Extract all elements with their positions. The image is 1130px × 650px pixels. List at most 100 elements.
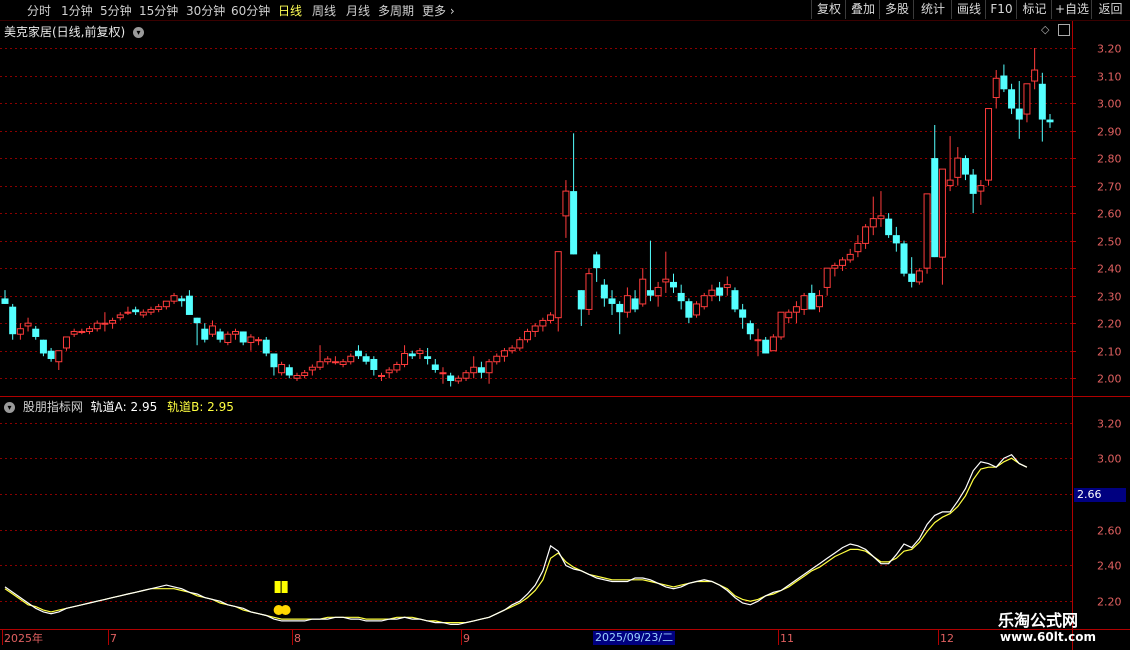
candle-body (785, 311, 793, 319)
candle-body (654, 286, 662, 297)
candle-body (508, 347, 516, 352)
period-tab-3[interactable]: 15分钟 (139, 2, 178, 19)
line-a-value: 2.95 (130, 400, 158, 414)
price-axis-label: 2.50 (1097, 236, 1122, 249)
candle-body (977, 185, 985, 192)
candle-body (723, 284, 731, 288)
diamond-icon[interactable]: ◇ (1041, 23, 1049, 36)
date-label: 7 (110, 632, 117, 645)
period-tab-7[interactable]: 周线 (312, 2, 336, 19)
candle-body (662, 278, 670, 283)
candle-body (524, 330, 531, 341)
kline-chart[interactable]: 3.20 3.10 3.00 2.90 2.80 2.70 2.60 2.50 2.40 2.30… (0, 0, 1130, 650)
panel-toggle-icon[interactable] (1058, 24, 1070, 36)
candle-body (808, 292, 816, 310)
candle-body (823, 267, 831, 288)
candle-body (908, 273, 916, 282)
chevron-down-icon[interactable]: ▾ (133, 27, 145, 38)
candle-body (600, 284, 608, 299)
candle-body (216, 331, 224, 340)
period-tab-0[interactable]: 分时 (27, 2, 51, 19)
candle-body (347, 355, 355, 363)
candle-body (62, 336, 70, 349)
rail-b-line (4, 457, 1028, 624)
period-tab-4[interactable]: 30分钟 (186, 2, 225, 19)
price-axis-label: 2.90 (1097, 126, 1122, 139)
candle-body (170, 295, 178, 302)
candle-body (685, 301, 693, 318)
candle-body (454, 377, 462, 382)
candle-body (255, 339, 263, 342)
candle-body (331, 361, 339, 364)
candle-body (32, 328, 40, 337)
candle-body (262, 339, 270, 354)
period-tab-10[interactable]: 更多 › (422, 2, 455, 19)
candle-body (693, 303, 701, 316)
period-tab-5[interactable]: 60分钟 (231, 2, 270, 19)
candle-body (570, 191, 578, 255)
candle-body (439, 372, 447, 375)
toolbar-button-8[interactable]: 返回 (1091, 0, 1129, 19)
watermark-url: www.60lt.com (1000, 630, 1097, 644)
candle-body (293, 374, 301, 379)
period-tab-8[interactable]: 月线 (346, 2, 370, 19)
price-axis-label: 3.10 (1097, 71, 1122, 84)
candle-body (9, 306, 17, 335)
price-axis-label: 2.80 (1097, 153, 1122, 166)
candle-body (70, 330, 78, 335)
candle-body (992, 77, 1000, 99)
date-label: 8 (294, 632, 301, 645)
candle-body (500, 350, 508, 357)
main-panel-title-bar: 美克家居(日线,前复权) ▾ (4, 23, 145, 40)
candle-body (416, 350, 424, 354)
candle-body (239, 331, 247, 343)
toolbar-button-2[interactable]: 多股 (879, 0, 914, 19)
chevron-down-icon[interactable]: ▾ (4, 402, 15, 413)
period-tab-6[interactable]: 日线 (278, 2, 302, 19)
toolbar-button-5[interactable]: F10 (985, 0, 1017, 19)
indicator-axis-label: 3.00 (1097, 453, 1122, 466)
candle-body (885, 218, 893, 236)
candle-body (470, 366, 478, 374)
indicator-title-bar: ▾ 股朋指标网 轨道A: 2.95 轨道B: 2.95 (4, 398, 234, 415)
candle-body (746, 323, 754, 335)
candle-body (769, 336, 777, 352)
candle-body (593, 254, 601, 269)
toolbar-button-4[interactable]: 画线 (951, 0, 986, 19)
toolbar-button-0[interactable]: 复权 (811, 0, 846, 19)
indicator-axis-label: 3.20 (1097, 418, 1122, 431)
candle-body (278, 363, 286, 374)
indicator-axis-label: 2.20 (1097, 596, 1122, 609)
candle-body (554, 251, 562, 319)
period-tab-2[interactable]: 5分钟 (100, 2, 132, 19)
price-axis-label: 2.60 (1097, 208, 1122, 221)
price-axis-label: 2.10 (1097, 346, 1122, 359)
period-tab-9[interactable]: 多周期 (378, 2, 414, 19)
candle-body (224, 333, 232, 343)
candle-body (539, 319, 547, 327)
period-tab-1[interactable]: 1分钟 (61, 2, 93, 19)
candle-body (308, 366, 316, 371)
smiley-icon (280, 605, 291, 615)
candle-body (915, 270, 923, 283)
period-toolbar: 分时 1分钟 5分钟 15分钟 30分钟 60分钟 日线 周线 月线 多周期 更多 › 复权 叠加 多股统… (0, 0, 1130, 21)
toolbar-button-6[interactable]: 标记 (1016, 0, 1052, 19)
toolbar-button-7[interactable]: +自选 (1051, 0, 1092, 19)
candle-body (516, 339, 524, 349)
candle-body (285, 367, 293, 376)
candle-body (923, 193, 931, 269)
crosshair-price-label: 2.66 (1074, 488, 1126, 502)
indicator-axis-label: 2.60 (1097, 525, 1122, 538)
toolbar-button-3[interactable]: 统计 (913, 0, 952, 19)
candle-body (462, 372, 470, 379)
candle-body (792, 306, 800, 313)
candle-body (16, 328, 24, 335)
toolbar-button-1[interactable]: 叠加 (845, 0, 880, 19)
candle-body (708, 289, 716, 297)
price-axis-label: 3.20 (1097, 43, 1122, 56)
candle-body (562, 190, 570, 217)
candle-body (961, 158, 969, 175)
candle-body (854, 242, 862, 253)
candle-body (839, 259, 847, 266)
line-a-label: 轨道A (90, 400, 123, 414)
